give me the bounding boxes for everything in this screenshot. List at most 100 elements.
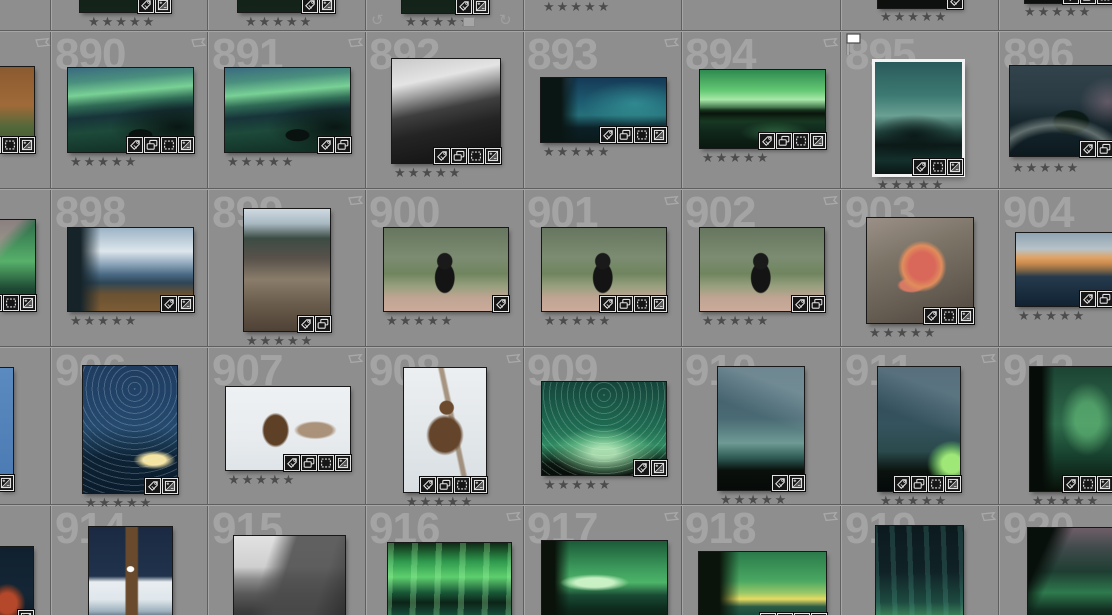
star-rating[interactable]: ★★★★★ [1024, 6, 1092, 19]
photo-thumbnail[interactable] [0, 547, 33, 615]
flag-ghost-icon[interactable] [662, 509, 680, 524]
crop-badge-icon[interactable] [161, 137, 177, 153]
keywords-badge-icon[interactable] [1063, 0, 1079, 4]
grid-cell[interactable]: 892★★★★★ [366, 30, 523, 188]
grid-cell[interactable]: 891★★★★★ [208, 30, 365, 188]
star-rating[interactable]: ★★★★★ [877, 179, 945, 192]
crop-badge-icon[interactable] [2, 137, 18, 153]
grid-cell[interactable]: 911★★★★★ [841, 346, 998, 504]
grid-cell[interactable]: 915 [208, 504, 365, 615]
photo-thumbnail[interactable] [878, 0, 962, 8]
star-rating[interactable]: ★★★★★ [85, 497, 153, 510]
collection-badge-icon[interactable] [617, 127, 633, 143]
flag-ghost-icon[interactable] [979, 509, 997, 524]
photo-thumbnail[interactable] [402, 0, 488, 13]
keywords-badge-icon[interactable] [456, 0, 472, 14]
crop-badge-icon[interactable] [793, 133, 809, 149]
crop-badge-icon[interactable] [928, 476, 944, 492]
star-rating[interactable]: ★★★★★ [70, 315, 138, 328]
photo-thumbnail[interactable] [68, 68, 193, 152]
star-rating[interactable]: ★★★★★ [720, 494, 788, 507]
keywords-badge-icon[interactable] [772, 475, 788, 491]
grid-cell[interactable]: 901★★★★★ [524, 188, 681, 346]
keywords-badge-icon[interactable] [1080, 141, 1096, 157]
flag-ghost-icon[interactable] [662, 35, 680, 50]
photo-thumbnail[interactable] [238, 0, 334, 12]
keywords-badge-icon[interactable] [302, 0, 318, 13]
collection-badge-icon[interactable] [0, 295, 2, 311]
collection-badge-icon[interactable] [0, 137, 1, 153]
collection-badge-icon[interactable] [617, 296, 633, 312]
photo-thumbnail[interactable] [244, 209, 330, 331]
develop-badge-icon[interactable] [485, 148, 501, 164]
develop-badge-icon[interactable] [319, 0, 335, 13]
develop-badge-icon[interactable] [471, 477, 487, 493]
star-rating[interactable]: ★★★★★ [228, 474, 296, 487]
keywords-badge-icon[interactable] [924, 308, 940, 324]
star-rating[interactable]: ★★★★★ [246, 335, 314, 348]
grid-cell[interactable]: 918 [682, 504, 839, 615]
star-rating[interactable]: ★★★★★ [702, 315, 770, 328]
photo-thumbnail[interactable] [541, 78, 666, 142]
photo-thumbnail[interactable] [83, 366, 177, 493]
crop-badge-icon[interactable] [454, 477, 470, 493]
collection-badge-icon[interactable] [437, 477, 453, 493]
keywords-badge-icon[interactable] [318, 137, 334, 153]
photo-thumbnail[interactable] [225, 68, 350, 152]
star-rating[interactable]: ★★★★★ [406, 496, 474, 509]
star-rating[interactable]: ★★★★★ [70, 156, 138, 169]
grid-cell[interactable]: 899★★★★★ [208, 188, 365, 346]
flag-ghost-icon[interactable] [346, 35, 364, 50]
collection-badge-icon[interactable] [335, 137, 351, 153]
collection-badge-icon[interactable] [809, 296, 825, 312]
star-rating[interactable]: ★★★★★ [245, 16, 313, 29]
keywords-badge-icon[interactable] [493, 296, 509, 312]
star-rating[interactable]: ★★★★★ [880, 11, 948, 24]
grid-cell[interactable]: 907★★★★★ [208, 346, 365, 504]
grid-cell[interactable]: ★★★★★↺↻ [366, 0, 523, 30]
keywords-badge-icon[interactable] [298, 316, 314, 332]
photo-thumbnail[interactable] [0, 67, 34, 152]
photo-thumbnail[interactable] [0, 220, 35, 310]
collection-badge-icon[interactable] [776, 133, 792, 149]
star-rating[interactable]: ★★★★★ [88, 16, 156, 29]
keywords-badge-icon[interactable] [138, 0, 154, 13]
photo-thumbnail[interactable] [876, 526, 963, 615]
photo-thumbnail[interactable] [234, 536, 345, 615]
keywords-badge-icon[interactable] [161, 296, 177, 312]
keywords-badge-icon[interactable] [792, 296, 808, 312]
star-rating[interactable]: ★★★★★ [394, 167, 462, 180]
photo-thumbnail[interactable] [89, 527, 172, 615]
star-rating[interactable]: ★★★★★ [543, 146, 611, 159]
grid-cell[interactable]: ★★★★★ [999, 0, 1112, 30]
flag-ghost-icon[interactable] [821, 193, 839, 208]
rotate-left-icon[interactable]: ↺ [371, 13, 384, 28]
develop-badge-icon[interactable] [20, 295, 36, 311]
crop-badge-icon[interactable] [318, 455, 334, 471]
photo-thumbnail[interactable] [384, 228, 508, 311]
flag-ghost-icon[interactable] [504, 509, 522, 524]
photo-thumbnail[interactable] [1030, 367, 1112, 491]
crop-badge-icon[interactable] [634, 127, 650, 143]
photo-thumbnail[interactable] [1025, 0, 1112, 3]
color-label-chip[interactable] [463, 17, 475, 27]
photo-thumbnail[interactable] [1010, 66, 1112, 156]
keywords-badge-icon[interactable] [284, 455, 300, 471]
grid-cell[interactable]: 912★★★★★ [999, 346, 1112, 504]
photo-thumbnail[interactable] [404, 368, 486, 492]
grid-cell[interactable]: 890★★★★★ [51, 30, 208, 188]
grid-cell[interactable]: 903★★★★★ [841, 188, 998, 346]
crop-badge-icon[interactable] [941, 308, 957, 324]
develop-badge-icon[interactable] [1097, 476, 1112, 492]
keywords-badge-icon[interactable] [145, 478, 161, 494]
grid-cell[interactable]: 910★★★★★ [682, 346, 839, 504]
keywords-badge-icon[interactable] [434, 148, 450, 164]
photo-thumbnail[interactable] [542, 382, 666, 475]
keywords-badge-icon[interactable] [759, 133, 775, 149]
flag-ghost-icon[interactable] [821, 509, 839, 524]
develop-badge-icon[interactable] [651, 127, 667, 143]
keywords-badge-icon[interactable] [947, 0, 963, 9]
collection-badge-icon[interactable] [1080, 0, 1096, 4]
star-rating[interactable]: ★★★★★ [544, 479, 612, 492]
develop-badge-icon[interactable] [945, 476, 961, 492]
